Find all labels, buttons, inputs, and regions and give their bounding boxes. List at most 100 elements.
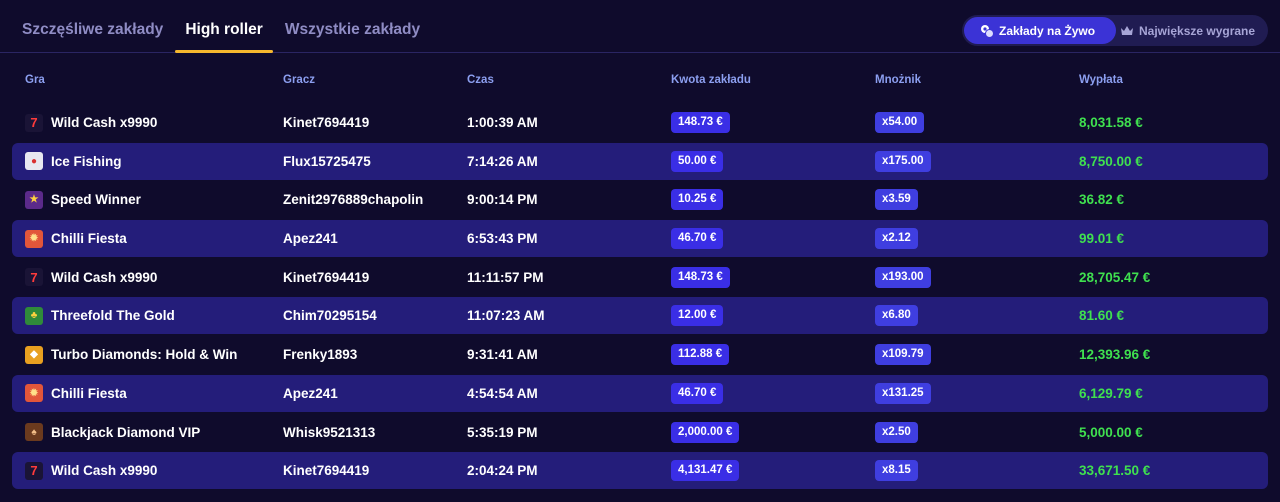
amount-cell: 2,000.00 € bbox=[671, 414, 740, 451]
dealer-icon: ♠ bbox=[25, 423, 43, 441]
multiplier-cell: x2.12 bbox=[875, 220, 918, 257]
speed-icon: ★ bbox=[25, 190, 43, 209]
seven-icon: 7 bbox=[25, 461, 43, 480]
multiplier-cell: x193.00 bbox=[875, 259, 931, 296]
amount-badge: 2,000.00 € bbox=[671, 421, 740, 443]
chilli-icon: ✹ bbox=[25, 384, 43, 403]
amount-cell: 112.88 € bbox=[671, 336, 730, 373]
multiplier-badge: x131.25 bbox=[875, 382, 931, 404]
diamond-icon: ◆ bbox=[25, 345, 43, 364]
payout-cell: 33,671.50 € bbox=[1079, 463, 1151, 479]
time-cell: 11:07:23 AM bbox=[467, 308, 545, 324]
column-header-amount: Kwota zakładu bbox=[671, 74, 751, 86]
amount-cell: 46.70 € bbox=[671, 220, 724, 257]
game-name: Wild Cash x9990 bbox=[51, 269, 158, 285]
payout-cell: 28,705.47 € bbox=[1079, 269, 1151, 285]
game-name: Wild Cash x9990 bbox=[51, 463, 158, 479]
fishing-icon: ● bbox=[25, 152, 43, 171]
column-header-payout: Wypłata bbox=[1079, 74, 1123, 86]
tab-all-bets[interactable]: Wszystkie zakłady bbox=[285, 0, 420, 52]
game-cell[interactable]: ✹ Chilli Fiesta bbox=[25, 375, 127, 412]
amount-cell: 148.73 € bbox=[671, 104, 730, 141]
payout-cell: 8,031.58 € bbox=[1079, 115, 1143, 130]
game-name: Chilli Fiesta bbox=[51, 385, 127, 401]
table-row: ♠ Blackjack Diamond VIP Whisk9521313 5:35… bbox=[12, 414, 1268, 451]
biggest-wins-label: Największe wygrane bbox=[1139, 23, 1256, 38]
player-cell: Chim70295154 bbox=[283, 308, 377, 324]
seven-icon: 7 bbox=[25, 113, 43, 132]
live-bets-button[interactable]: Zakłady na Żywo bbox=[964, 17, 1116, 44]
amount-cell: 10.25 € bbox=[671, 181, 724, 218]
amount-badge: 10.25 € bbox=[671, 189, 724, 211]
game-cell[interactable]: ♠ Blackjack Diamond VIP bbox=[25, 414, 200, 451]
table-row: 7 Wild Cash x9990 Kinet7694419 11:11:57 P… bbox=[12, 259, 1268, 296]
multiplier-badge: x2.12 bbox=[875, 228, 918, 250]
table-row: ★ Speed Winner Zenit2976889chapolin 9:00:… bbox=[12, 181, 1268, 218]
game-cell[interactable]: ★ Speed Winner bbox=[25, 181, 141, 218]
game-cell[interactable]: ✹ Chilli Fiesta bbox=[25, 220, 127, 257]
table-row: ♣ Threefold The Gold Chim70295154 11:07:2… bbox=[12, 297, 1268, 335]
bets-table: 7 Wild Cash x9990 Kinet7694419 1:00:39 AM… bbox=[12, 104, 1268, 491]
table-row: ● Ice Fishing Flux15725475 7:14:26 AM 50.… bbox=[12, 142, 1268, 180]
tab-high-roller[interactable]: High roller bbox=[175, 0, 273, 53]
game-cell[interactable]: 7 Wild Cash x9990 bbox=[25, 259, 157, 296]
player-cell: Kinet7694419 bbox=[283, 269, 370, 285]
game-name: Blackjack Diamond VIP bbox=[51, 424, 201, 440]
game-name: Turbo Diamonds: Hold & Win bbox=[51, 347, 238, 363]
column-header-game: Gra bbox=[25, 74, 45, 86]
time-cell: 11:11:57 PM bbox=[467, 269, 544, 285]
game-name: Speed Winner bbox=[51, 192, 141, 208]
amount-badge: 46.70 € bbox=[671, 382, 724, 404]
amount-cell: 12.00 € bbox=[671, 297, 724, 334]
tab-lucky-bets[interactable]: Szczęśliwe zakłady bbox=[22, 0, 163, 52]
amount-badge: 112.88 € bbox=[671, 344, 730, 366]
column-header-multiplier: Mnożnik bbox=[875, 74, 921, 86]
multiplier-badge: x175.00 bbox=[875, 150, 931, 172]
time-cell: 2:04:24 PM bbox=[467, 463, 538, 479]
table-row: ✹ Chilli Fiesta Apez241 4:54:54 AM 46.70 … bbox=[12, 374, 1268, 412]
payout-cell: 36.82 € bbox=[1079, 192, 1125, 208]
time-cell: 9:31:41 AM bbox=[467, 347, 538, 363]
amount-badge: 148.73 € bbox=[671, 112, 730, 133]
player-cell: Flux15725475 bbox=[283, 153, 371, 169]
amount-badge: 148.73 € bbox=[671, 266, 730, 288]
multiplier-cell: x3.59 bbox=[875, 181, 918, 218]
payout-cell: 12,393.96 € bbox=[1079, 347, 1151, 363]
multiplier-badge: x8.15 bbox=[875, 460, 918, 482]
multiplier-badge: x109.79 bbox=[875, 344, 931, 366]
player-cell: Frenky1893 bbox=[283, 347, 358, 363]
bets-tabs: Szczęśliwe zakłady High roller Wszystkie… bbox=[22, 0, 442, 53]
crown-icon bbox=[1121, 25, 1133, 35]
game-cell[interactable]: 7 Wild Cash x9990 bbox=[25, 452, 157, 489]
multiplier-cell: x175.00 bbox=[875, 143, 931, 180]
amount-badge: 50.00 € bbox=[671, 150, 724, 172]
table-row: ✹ Chilli Fiesta Apez241 6:53:43 PM 46.70 … bbox=[12, 220, 1268, 258]
column-header-time: Czas bbox=[467, 74, 494, 86]
time-cell: 1:00:39 AM bbox=[467, 115, 538, 130]
game-cell[interactable]: ♣ Threefold The Gold bbox=[25, 297, 175, 334]
time-cell: 7:14:26 AM bbox=[467, 153, 538, 169]
amount-badge: 12.00 € bbox=[671, 305, 724, 327]
game-name: Ice Fishing bbox=[51, 153, 122, 169]
player-cell: Kinet7694419 bbox=[283, 463, 370, 479]
bets-mode-toggle: Zakłady na Żywo Największe wygrane bbox=[962, 15, 1268, 46]
game-cell[interactable]: ◆ Turbo Diamonds: Hold & Win bbox=[25, 336, 237, 373]
game-cell[interactable]: 7 Wild Cash x9990 bbox=[25, 104, 157, 141]
player-cell: Apez241 bbox=[283, 231, 338, 247]
column-header-player: Gracz bbox=[283, 74, 315, 86]
game-name: Chilli Fiesta bbox=[51, 231, 127, 247]
game-name: Wild Cash x9990 bbox=[51, 115, 158, 130]
time-cell: 6:53:43 PM bbox=[467, 231, 538, 247]
multiplier-cell: x2.50 bbox=[875, 414, 918, 451]
table-row: ◆ Turbo Diamonds: Hold & Win Frenky1893 9… bbox=[12, 336, 1268, 373]
multiplier-badge: x3.59 bbox=[875, 189, 918, 211]
time-cell: 5:35:19 PM bbox=[467, 424, 538, 440]
amount-cell: 50.00 € bbox=[671, 143, 724, 180]
chips-icon bbox=[981, 24, 994, 38]
biggest-wins-button[interactable]: Największe wygrane bbox=[1116, 17, 1265, 44]
multiplier-badge: x54.00 bbox=[875, 112, 925, 133]
game-cell[interactable]: ● Ice Fishing bbox=[25, 143, 122, 180]
multiplier-badge: x2.50 bbox=[875, 421, 918, 443]
multiplier-cell: x6.80 bbox=[875, 297, 918, 334]
payout-cell: 6,129.79 € bbox=[1079, 385, 1143, 401]
